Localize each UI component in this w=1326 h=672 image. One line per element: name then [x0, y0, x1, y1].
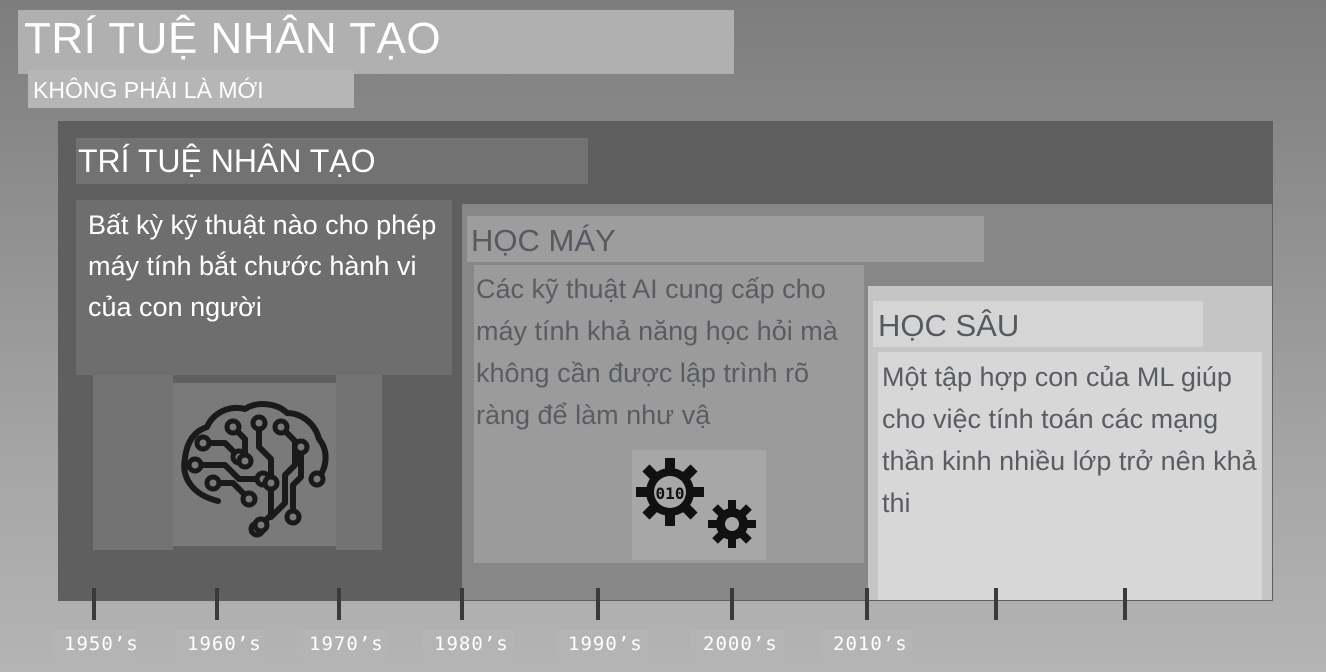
brain-circuit-icon — [173, 383, 336, 546]
year-label-1960s: 1960’s — [187, 633, 262, 655]
timeline-tick — [596, 588, 600, 620]
ai-decoration-right — [336, 375, 382, 550]
dl-description: Một tập hợp con của ML giúp cho việc tín… — [882, 362, 1257, 518]
timeline-tick — [730, 588, 734, 620]
year-label-2000s: 2000’s — [703, 633, 778, 655]
svg-text:010: 010 — [656, 484, 685, 503]
timeline-tick — [337, 588, 341, 620]
timeline-tick — [92, 588, 96, 620]
ai-decoration-left — [93, 375, 173, 550]
page-subtitle: KHÔNG PHẢI LÀ MỚI — [33, 77, 264, 103]
year-label-1990s: 1990’s — [568, 633, 643, 655]
year-label-1970s: 1970’s — [309, 633, 384, 655]
dl-title: HỌC SÂU — [878, 308, 1020, 343]
ai-title: TRÍ TUỆ NHÂN TẠO — [78, 143, 376, 179]
ai-description: Bất kỳ kỹ thuật nào cho phép máy tính bắ… — [88, 210, 437, 322]
ml-title: HỌC MÁY — [471, 223, 616, 258]
timeline-tick — [994, 588, 998, 620]
year-label-1950s: 1950’s — [64, 633, 139, 655]
gears-binary-icon: 010 — [632, 450, 766, 560]
page-title: TRÍ TUỆ NHÂN TẠO — [24, 14, 442, 63]
timeline-tick — [865, 588, 869, 620]
timeline-tick — [460, 588, 464, 620]
timeline-tick — [215, 588, 219, 620]
year-label-2010s: 2010’s — [833, 633, 908, 655]
year-label-1980s: 1980’s — [434, 633, 509, 655]
ml-description: Các kỹ thuật AI cung cấp cho máy tính kh… — [476, 274, 838, 430]
timeline-tick — [1123, 588, 1127, 620]
